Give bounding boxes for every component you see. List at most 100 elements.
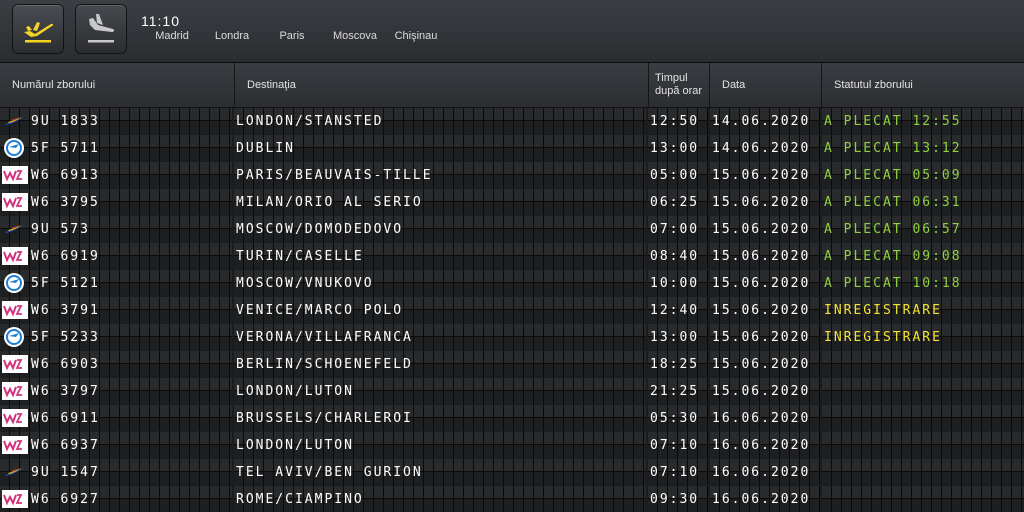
flight-number: W6 3795 xyxy=(31,195,100,210)
scheduled-time: 13:00 xyxy=(650,330,700,345)
status-cell: A PLECAT 09:08 xyxy=(822,243,1024,269)
header-destination: Destinaţia xyxy=(235,63,649,107)
status-cell: A PLECAT 10:18 xyxy=(822,270,1024,296)
destination-cell: MOSCOW/VNUKOVO xyxy=(234,270,646,296)
header-time: Timpul după orar xyxy=(649,63,710,107)
flight-number: W6 3797 xyxy=(31,384,100,399)
date-cell: 16.06.2020 xyxy=(710,486,820,512)
flight-status: A PLECAT 12:55 xyxy=(824,114,962,129)
arrivals-button[interactable] xyxy=(75,4,127,54)
status-cell: INREGISTRARE xyxy=(822,324,1024,350)
destination-text: TEL AVIV/BEN GURION xyxy=(236,465,423,480)
destination-cell: BRUSSELS/CHARLEROI xyxy=(234,405,646,431)
destination-cell: LONDON/LUTON xyxy=(234,432,646,458)
table-row[interactable]: 5F 5121 MOSCOW/VNUKOVO 10:00 15.06.2020 A PL… xyxy=(0,270,1024,296)
destination-text: MOSCOW/DOMODEDOVO xyxy=(236,222,404,237)
table-row[interactable]: W6 6903 BERLIN/SCHOENEFELD 18:25 15.06.2020 xyxy=(0,351,1024,377)
flight-number: W6 3791 xyxy=(31,303,100,318)
status-cell: INREGISTRARE xyxy=(822,297,1024,323)
flight-status: INREGISTRARE xyxy=(824,330,942,345)
flight-date: 15.06.2020 xyxy=(712,249,811,264)
flight-date: 15.06.2020 xyxy=(712,276,811,291)
table-row[interactable]: W6 6927 ROME/CIAMPINO 09:30 16.06.2020 xyxy=(0,486,1024,512)
date-cell: 15.06.2020 xyxy=(710,270,820,296)
time-cell: 13:00 xyxy=(648,324,708,350)
table-row[interactable]: 5F 5711 DUBLIN 13:00 14.06.2020 A PLECAT 13:… xyxy=(0,135,1024,161)
flight-number: 5F 5711 xyxy=(31,141,100,156)
date-cell: 15.06.2020 xyxy=(710,351,820,377)
table-row[interactable]: W6 3791 VENICE/MARCO POLO 12:40 15.06.2020 I… xyxy=(0,297,1024,323)
table-row[interactable]: W6 3795 MILAN/ORIO AL SERIO 06:25 15.06.202… xyxy=(0,189,1024,215)
table-row[interactable]: 9U 1547 TEL AVIV/BEN GURION 07:10 16.06.202… xyxy=(0,459,1024,485)
table-row[interactable]: W6 6911 BRUSSELS/CHARLEROI 05:30 16.06.2020 xyxy=(0,405,1024,431)
flight-date: 16.06.2020 xyxy=(712,465,811,480)
air-moldova-logo-icon xyxy=(5,467,25,476)
date-cell: 15.06.2020 xyxy=(710,216,820,242)
flight-cell: W6 6927 xyxy=(0,486,232,512)
time-cell: 05:30 xyxy=(648,405,708,431)
table-row[interactable]: 9U 573 MOSCOW/DOMODEDOVO 07:00 15.06.2020 A … xyxy=(0,216,1024,242)
status-cell xyxy=(822,486,1024,512)
flight-date: 15.06.2020 xyxy=(712,303,811,318)
departures-button[interactable] xyxy=(12,4,64,54)
flight-cell: W6 6903 xyxy=(0,351,232,377)
flight-date: 14.06.2020 xyxy=(712,141,811,156)
destination-cell: MILAN/ORIO AL SERIO xyxy=(234,189,646,215)
status-cell: A PLECAT 13:12 xyxy=(822,135,1024,161)
date-cell: 15.06.2020 xyxy=(710,378,820,404)
time-cell: 18:25 xyxy=(648,351,708,377)
flight-cell: W6 6919 xyxy=(0,243,232,269)
flight-number: W6 6913 xyxy=(31,168,100,183)
flight-date: 14.06.2020 xyxy=(712,114,811,129)
destination-cell: DUBLIN xyxy=(234,135,646,161)
flight-status: A PLECAT 10:18 xyxy=(824,276,962,291)
city-label: Moscova xyxy=(332,30,378,42)
destination-cell: TEL AVIV/BEN GURION xyxy=(234,459,646,485)
time-cell: 09:30 xyxy=(648,486,708,512)
flight-cell: W6 6911 xyxy=(0,405,232,431)
status-cell: A PLECAT 06:31 xyxy=(822,189,1024,215)
destination-text: TURIN/CASELLE xyxy=(236,249,364,264)
date-cell: 14.06.2020 xyxy=(710,108,820,134)
flight-cell: W6 3795 xyxy=(0,189,232,215)
time-cell: 07:10 xyxy=(648,459,708,485)
flight-date: 15.06.2020 xyxy=(712,384,811,399)
destination-text: PARIS/BEAUVAIS-TILLE xyxy=(236,168,433,183)
header-flight: Numărul zborului xyxy=(0,63,235,107)
flight-number: 9U 1547 xyxy=(31,465,100,480)
table-row[interactable]: W6 6937 LONDON/LUTON 07:10 16.06.2020 xyxy=(0,432,1024,458)
wizz-air-logo-icon xyxy=(2,409,28,427)
table-row[interactable]: W6 6913 PARIS/BEAUVAIS-TILLE 05:00 15.06.20… xyxy=(0,162,1024,188)
destination-text: BRUSSELS/CHARLEROI xyxy=(236,411,413,426)
time-cell: 13:00 xyxy=(648,135,708,161)
date-cell: 14.06.2020 xyxy=(710,135,820,161)
flight-cell: 9U 1833 xyxy=(0,108,232,134)
scheduled-time: 13:00 xyxy=(650,141,700,156)
destination-text: LONDON/LUTON xyxy=(236,438,354,453)
flight-number: 5F 5233 xyxy=(31,330,100,345)
city-label: Chişinau xyxy=(394,30,438,42)
table-row[interactable]: 5F 5233 VERONA/VILLAFRANCA 13:00 15.06.2020… xyxy=(0,324,1024,350)
plane-landing-icon xyxy=(88,14,115,43)
status-cell xyxy=(822,459,1024,485)
air-moldova-logo-icon xyxy=(5,116,25,125)
table-row[interactable]: W6 3797 LONDON/LUTON 21:25 15.06.2020 xyxy=(0,378,1024,404)
flight-date: 15.06.2020 xyxy=(712,222,811,237)
city-label: Paris xyxy=(279,30,305,42)
scheduled-time: 09:30 xyxy=(650,492,700,507)
wizz-air-logo-icon xyxy=(2,247,28,265)
wizz-air-logo-icon xyxy=(2,166,28,184)
flight-cell: W6 3797 xyxy=(0,378,232,404)
date-cell: 15.06.2020 xyxy=(710,297,820,323)
flight-number: W6 6937 xyxy=(31,438,100,453)
destination-cell: ROME/CIAMPINO xyxy=(234,486,646,512)
flight-number: W6 6927 xyxy=(31,492,100,507)
table-row[interactable]: W6 6919 TURIN/CASELLE 08:40 15.06.2020 A PLE… xyxy=(0,243,1024,269)
table-row[interactable]: 9U 1833 LONDON/STANSTED 12:50 14.06.2020 A P… xyxy=(0,108,1024,134)
fly-one-logo-icon xyxy=(4,138,24,158)
flight-cell: W6 6937 xyxy=(0,432,232,458)
time-cell: 21:25 xyxy=(648,378,708,404)
time-cell: 12:50 xyxy=(648,108,708,134)
clock-time: 11:10 xyxy=(141,13,180,29)
flight-status: A PLECAT 09:08 xyxy=(824,249,962,264)
